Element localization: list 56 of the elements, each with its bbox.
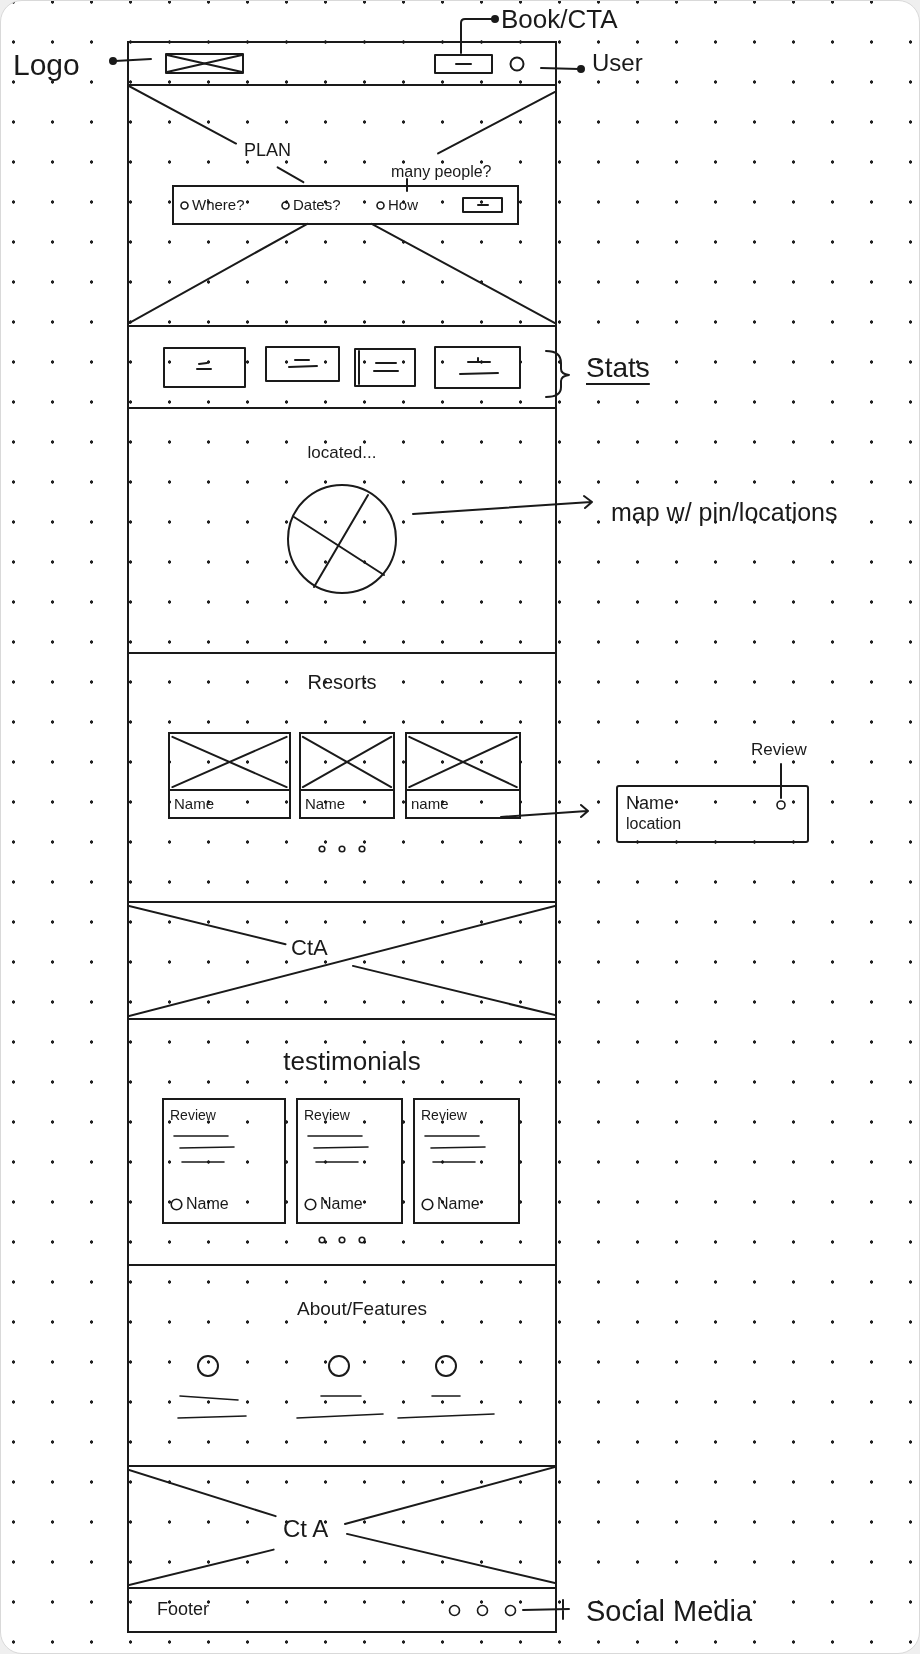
section-title: Resorts (307, 670, 377, 695)
reviewer-name: Name (437, 1194, 480, 1214)
radio-circle-icon (376, 200, 385, 210)
pagination-dot-icon (338, 845, 346, 853)
resort-name: Name (301, 789, 393, 817)
avatar-circle-icon (170, 1197, 183, 1211)
resort-name: Name (626, 792, 674, 814)
review-dot-icon (776, 800, 786, 810)
user-annotation: User (592, 49, 643, 78)
social-circle-icon (504, 1603, 517, 1617)
stats-annotation: Stats (586, 351, 650, 385)
search-field-label: How (388, 196, 418, 214)
radio-circle-icon (281, 200, 290, 210)
circle-icon (327, 1354, 351, 1378)
search-field-label: Where? (192, 196, 245, 214)
review-heading: Review (170, 1106, 216, 1124)
map-placeholder-icon (286, 483, 398, 595)
review-heading: Review (304, 1106, 350, 1124)
reviewer-name: Name (320, 1194, 363, 1214)
social-circle-icon (448, 1603, 461, 1617)
search-field-label: Dates? (293, 196, 341, 214)
pagination-dot-icon (338, 1236, 346, 1244)
review-annotation: Review (751, 740, 807, 761)
placeholder-cross-line (276, 166, 305, 184)
reviewer-name: Name (186, 1194, 229, 1214)
circle-icon (434, 1354, 458, 1378)
social-media-annotation: Social Media (586, 1593, 753, 1629)
circle-icon (196, 1354, 220, 1378)
map-annotation: map w/ pin/locations (611, 497, 838, 527)
cta-annotation: Book/CTA (501, 4, 618, 36)
user-circle-icon (509, 55, 525, 72)
section-title: About/Features (297, 1297, 427, 1321)
radio-circle-icon (180, 200, 189, 210)
hero-title: PLAN (244, 139, 292, 161)
pagination-dot-icon (318, 1236, 326, 1244)
pagination-dot-icon (358, 845, 366, 853)
avatar-circle-icon (421, 1197, 434, 1211)
resort-location: location (626, 814, 682, 834)
button-placeholder-icon (462, 197, 503, 213)
cta-label: CtA (291, 935, 328, 961)
footer-label: Footer (157, 1599, 210, 1621)
pagination-dot-icon (318, 845, 326, 853)
stat-card-drawing (354, 347, 416, 387)
resort-name: name (407, 789, 519, 817)
section-title: located... (307, 443, 377, 463)
social-circle-icon (476, 1603, 489, 1617)
image-placeholder-icon (165, 53, 244, 74)
review-heading: Review (421, 1106, 467, 1124)
cta-label: Ct A (283, 1516, 329, 1542)
section-title: testimonials (283, 1046, 421, 1076)
button-placeholder-icon (434, 53, 493, 74)
pagination-dot-icon (358, 1236, 366, 1244)
resort-name: Name (170, 789, 289, 817)
insertion-note: many people? (391, 162, 492, 182)
logo-annotation: Logo (13, 47, 80, 83)
avatar-circle-icon (304, 1197, 317, 1211)
